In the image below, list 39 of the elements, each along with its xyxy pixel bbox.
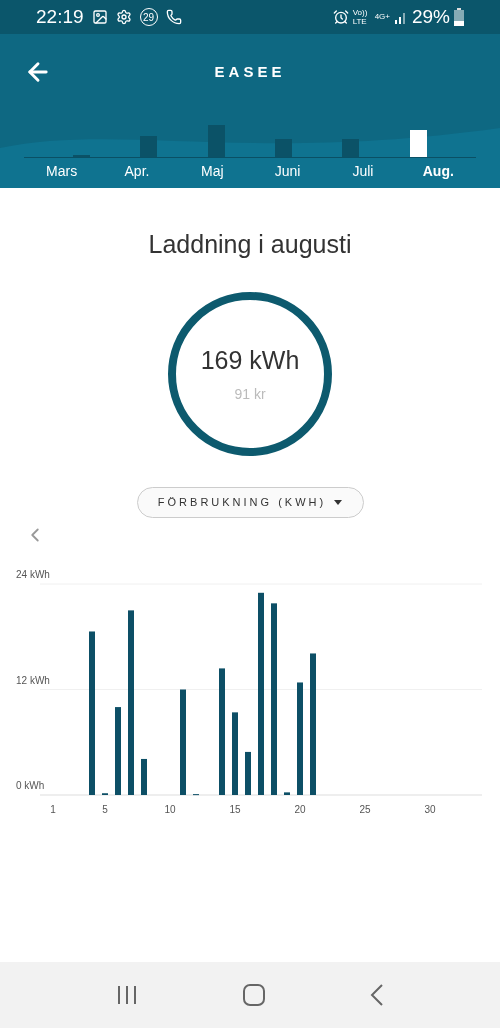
settings-icon: [115, 9, 132, 25]
back-icon[interactable]: [370, 983, 384, 1007]
x-axis-label: 30: [424, 803, 436, 815]
x-axis-label: 15: [229, 803, 241, 815]
signal-icon: [393, 10, 408, 24]
x-axis-label: 1: [50, 803, 56, 815]
month-tab[interactable]: Juni: [274, 161, 301, 182]
chart-bar: [141, 758, 147, 795]
x-axis-label: 10: [164, 803, 176, 815]
chart-bar: [245, 751, 251, 795]
energy-total: 169 kWh: [200, 345, 300, 377]
month-tab[interactable]: Maj: [201, 161, 224, 182]
app-title: EASEE: [214, 61, 286, 82]
network-label: 4G+: [374, 11, 390, 23]
month-tab[interactable]: Apr.: [124, 161, 150, 182]
month-tab[interactable]: Aug.: [422, 161, 454, 182]
y-axis-label: 12 kWh: [16, 674, 50, 685]
x-axis-label: 5: [102, 803, 108, 815]
month-tab[interactable]: Mars: [46, 161, 78, 182]
chart-bar: [102, 792, 108, 795]
summary-heading: Laddning i augusti: [148, 229, 352, 260]
home-icon[interactable]: [242, 983, 266, 1007]
month-tab[interactable]: Juli: [352, 161, 374, 182]
metric-dropdown[interactable]: FÖRBRUKNING (KWH): [136, 486, 364, 518]
y-axis-label: 24 kWh: [16, 568, 50, 580]
gallery-icon: [91, 9, 108, 25]
x-axis-label: 20: [294, 803, 306, 815]
phone-icon: [165, 9, 182, 25]
volte-label: Vo)) LTE: [352, 8, 369, 26]
battery-percentage: 29%: [411, 4, 450, 29]
clock: 22:19: [36, 4, 84, 29]
battery-icon: [454, 8, 464, 26]
x-axis-label: 25: [359, 803, 371, 815]
cost-total: 91 kr: [234, 384, 266, 404]
y-axis-label: 0 kWh: [16, 779, 45, 791]
alarm-icon: [332, 9, 349, 25]
caret-icon: [334, 499, 343, 505]
chart-bar: [284, 791, 290, 795]
recent-apps-icon[interactable]: [116, 985, 138, 1005]
